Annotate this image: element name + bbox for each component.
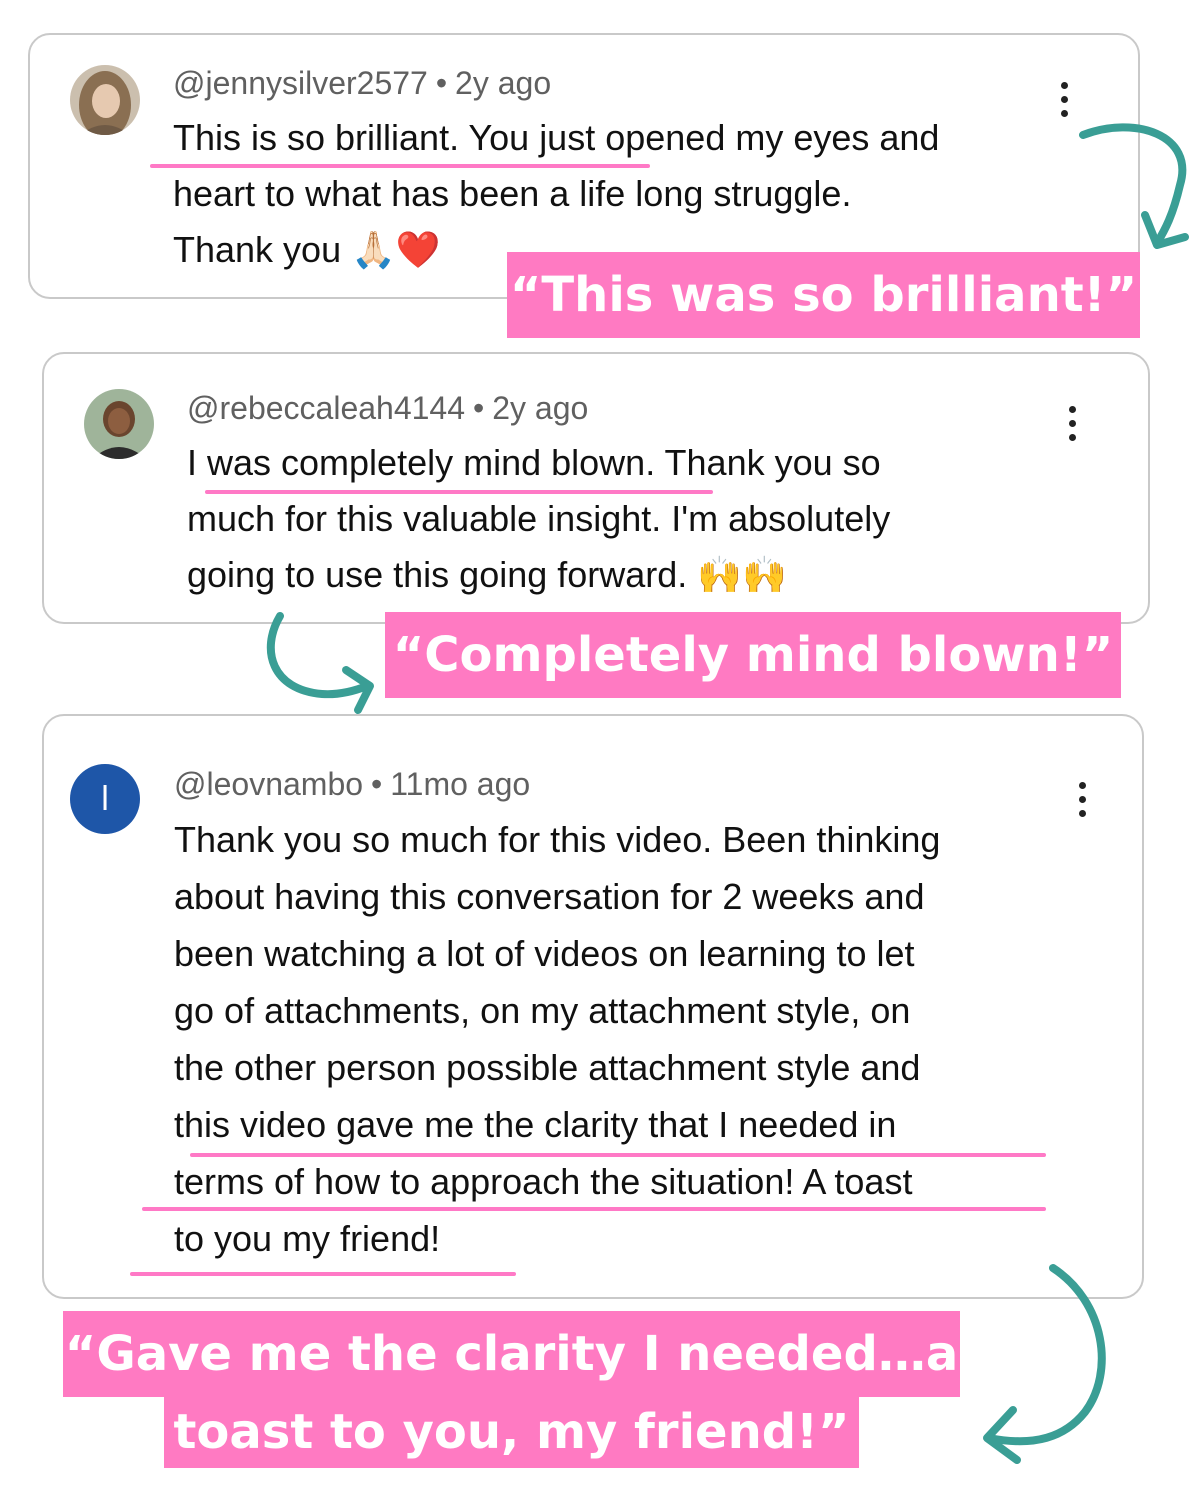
highlight-underline: [190, 1153, 1046, 1157]
separator: •: [371, 766, 383, 802]
comment-text-line: Thank you so much for this video. Been t…: [174, 819, 941, 860]
highlight-quote-banner: “Completely mind blown!”: [385, 612, 1121, 698]
highlight-underline: [205, 490, 713, 494]
comment-text-line: much for this valuable insight. I'm abso…: [187, 498, 891, 539]
comment-text-line: going to use this going forward. 🙌🙌: [187, 554, 787, 595]
comment-card-3: l @leovnambo • 11mo ago Thank you so much …: [42, 714, 1144, 1299]
highlight-quote-banner: “Gave me the clarity I needed…a: [63, 1311, 960, 1397]
comment-text-line: Thank you 🙏🏻❤️: [173, 229, 441, 270]
separator: •: [473, 390, 485, 426]
highlight-underline: [150, 164, 650, 168]
comment-meta: @rebeccaleah4144 • 2y ago: [187, 390, 588, 427]
highlight-underline: [130, 1272, 516, 1276]
comment-text-line: I was completely mind blown. Thank you s…: [187, 442, 881, 483]
separator: •: [435, 65, 448, 101]
comment-meta: @jennysilver2577 • 2y ago: [173, 65, 551, 102]
username[interactable]: @leovnambo: [174, 766, 363, 802]
highlight-underline: [142, 1207, 1046, 1211]
avatar[interactable]: [70, 65, 140, 135]
avatar[interactable]: [84, 389, 154, 459]
comment-text-line: to you my friend!: [174, 1218, 441, 1259]
comment-text-line: go of attachments, on my attachment styl…: [174, 990, 911, 1031]
more-vert-icon[interactable]: [1053, 80, 1077, 120]
highlight-quote-banner: “This was so brilliant!”: [507, 252, 1140, 338]
comment-text-line: been watching a lot of videos on learnin…: [174, 933, 915, 974]
comment-text-line: terms of how to approach the situation! …: [174, 1161, 913, 1202]
comment-card-2: @rebeccaleah4144 • 2y ago I was completely…: [42, 352, 1150, 624]
curved-arrow-icon: [266, 612, 374, 714]
username[interactable]: @rebeccaleah4144: [187, 390, 465, 426]
comment-text-line: the other person possible attachment sty…: [174, 1047, 921, 1088]
curved-arrow-icon: [1079, 123, 1189, 249]
comment-text-line: about having this conversation for 2 wee…: [174, 876, 925, 917]
comment-meta: @leovnambo • 11mo ago: [174, 766, 530, 803]
timestamp[interactable]: 2y ago: [492, 390, 588, 426]
highlight-quote-banner: toast to you, my friend!”: [164, 1396, 859, 1468]
curved-arrow-icon: [983, 1264, 1106, 1464]
more-vert-icon[interactable]: [1061, 404, 1085, 444]
timestamp[interactable]: 2y ago: [455, 65, 551, 101]
timestamp[interactable]: 11mo ago: [390, 766, 530, 802]
more-vert-icon[interactable]: [1071, 780, 1095, 820]
avatar[interactable]: l: [70, 764, 140, 834]
comment-text-line: this video gave me the clarity that I ne…: [174, 1104, 897, 1145]
comment-text-line: This is so brilliant. You just opened my…: [173, 117, 940, 158]
username[interactable]: @jennysilver2577: [173, 65, 428, 101]
comment-text-line: heart to what has been a life long strug…: [173, 173, 852, 214]
